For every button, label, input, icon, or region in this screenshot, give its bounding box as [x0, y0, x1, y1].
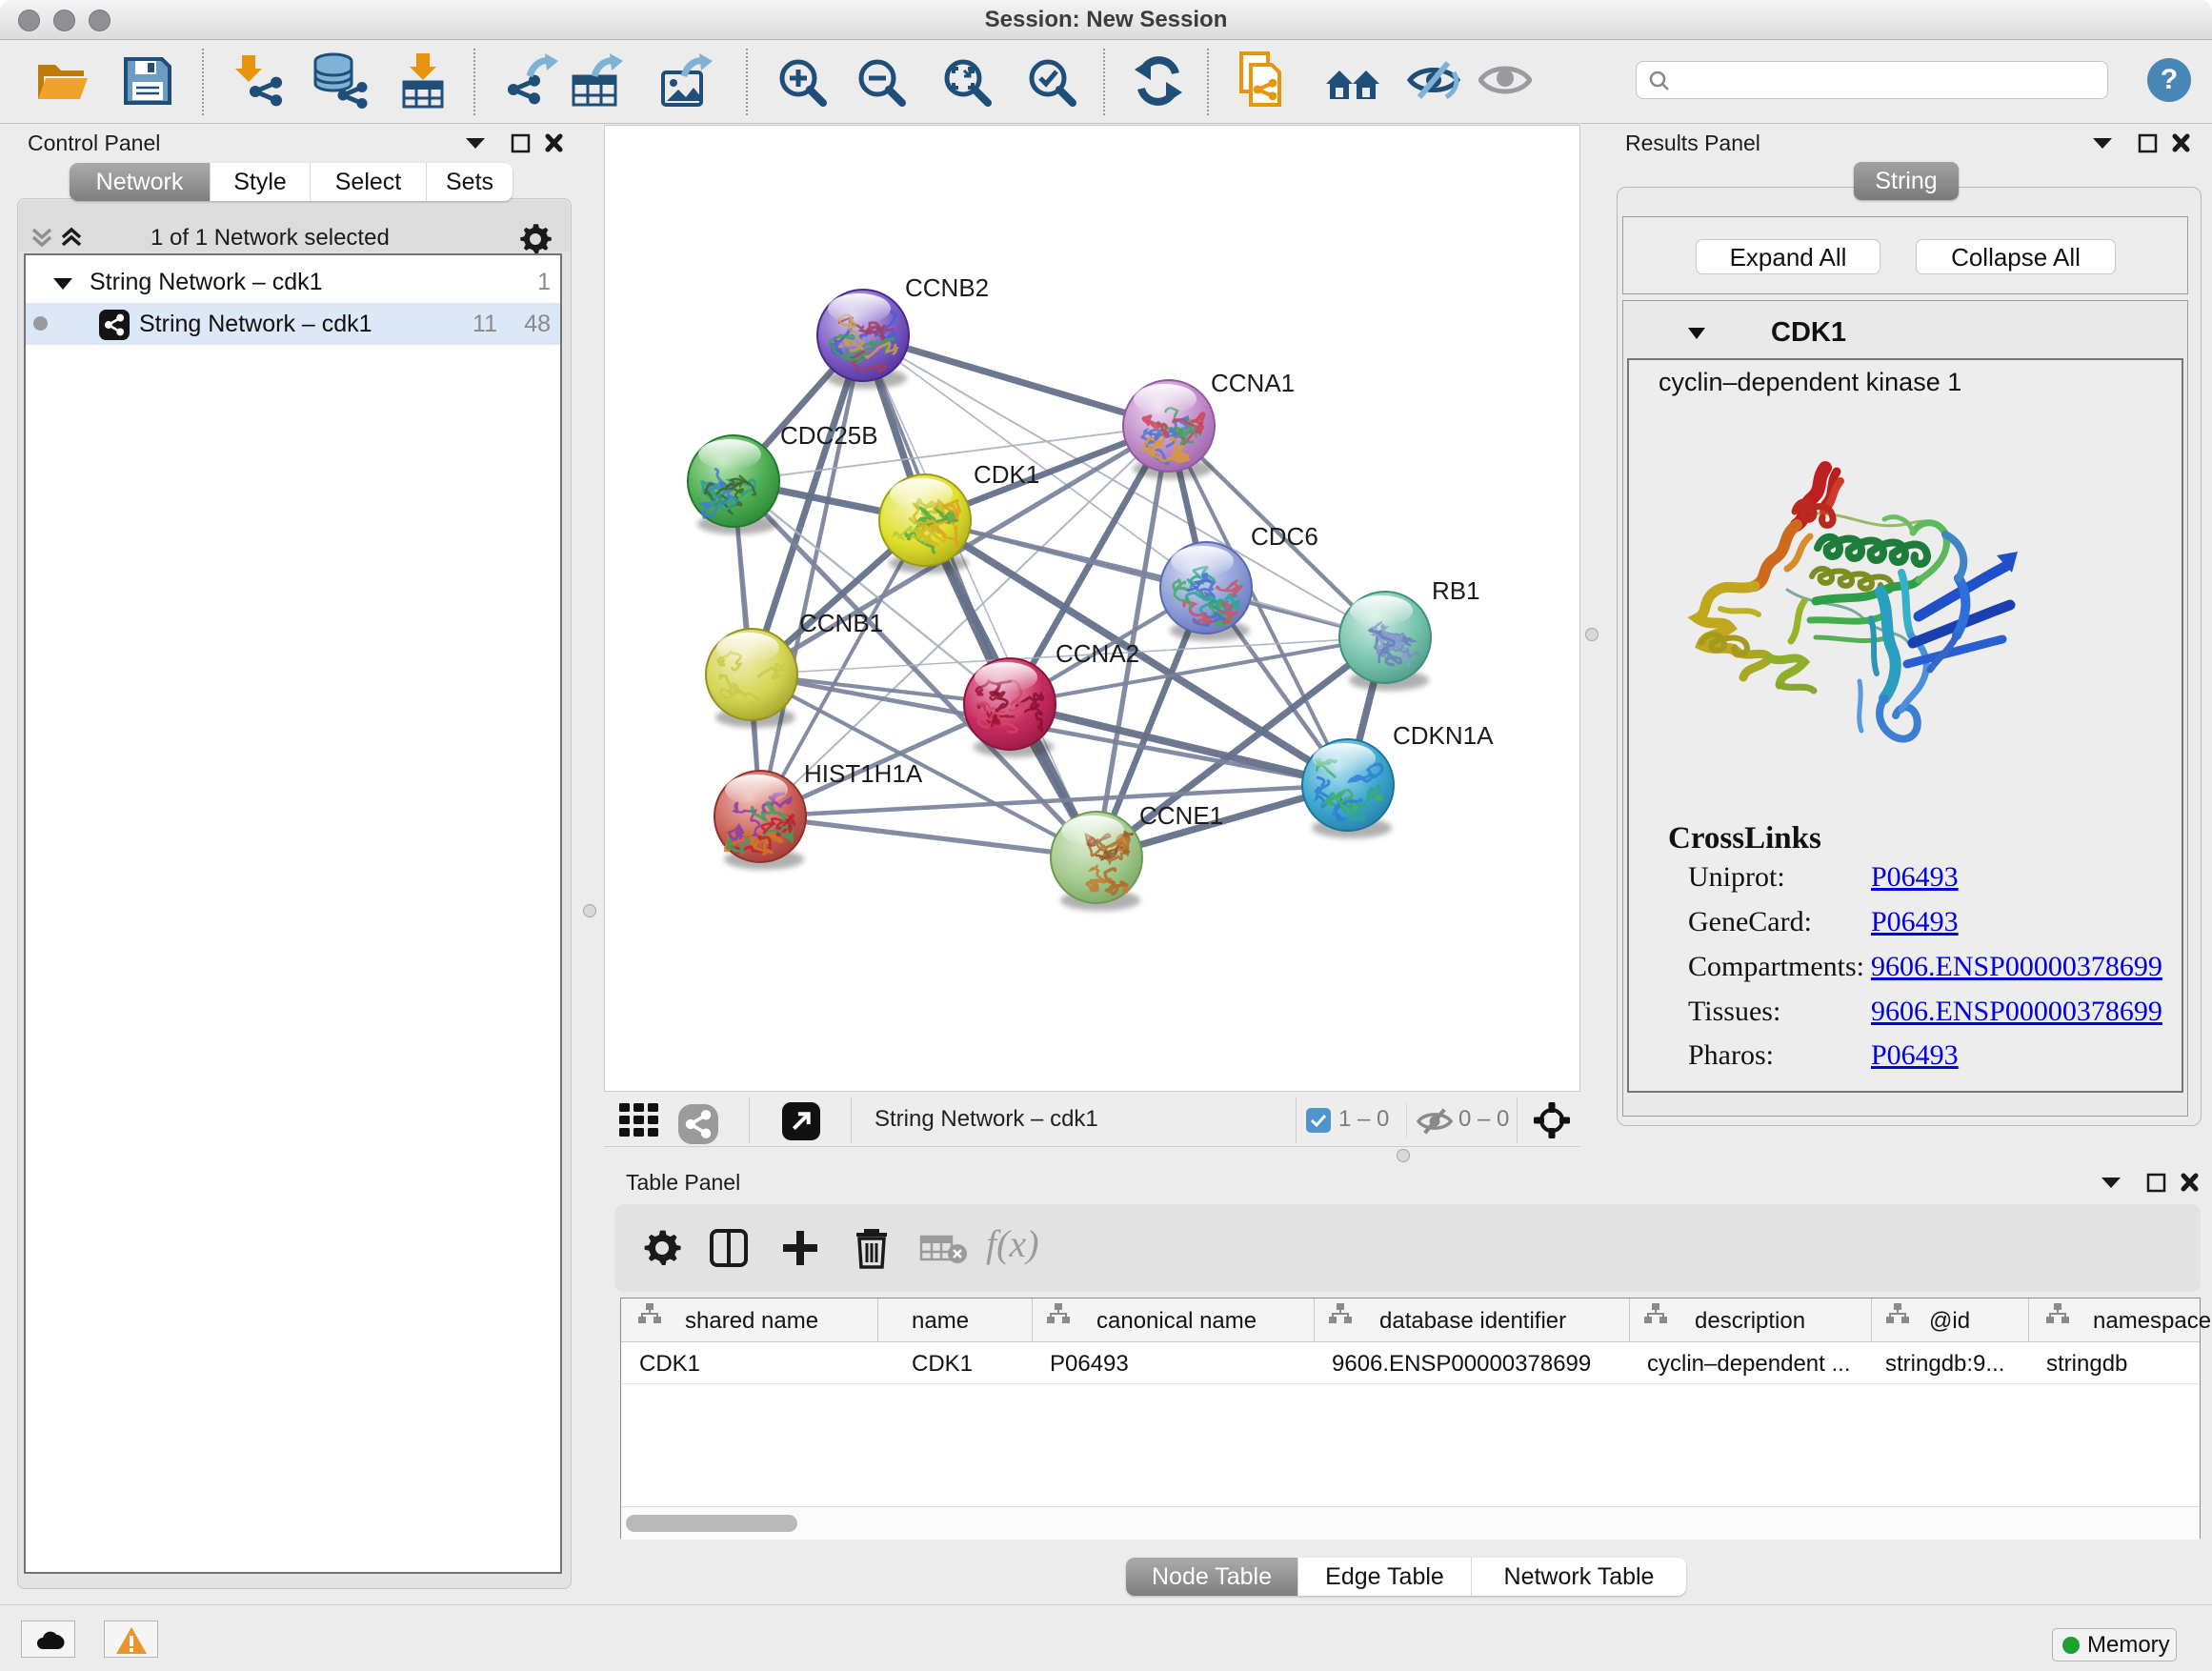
svg-text:CCNE1: CCNE1	[1139, 801, 1223, 830]
svg-text:HIST1H1A: HIST1H1A	[804, 759, 923, 788]
svg-text:CCNA1: CCNA1	[1211, 369, 1295, 397]
svg-text:CDC6: CDC6	[1251, 522, 1318, 551]
svg-text:CCNA2: CCNA2	[1056, 639, 1139, 668]
svg-text:CDC25B: CDC25B	[780, 421, 878, 450]
svg-text:CDKN1A: CDKN1A	[1393, 721, 1494, 750]
svg-text:CCNB1: CCNB1	[799, 609, 883, 637]
svg-text:RB1: RB1	[1432, 576, 1480, 605]
svg-text:CDK1: CDK1	[974, 460, 1039, 489]
svg-text:CCNB2: CCNB2	[905, 273, 989, 302]
